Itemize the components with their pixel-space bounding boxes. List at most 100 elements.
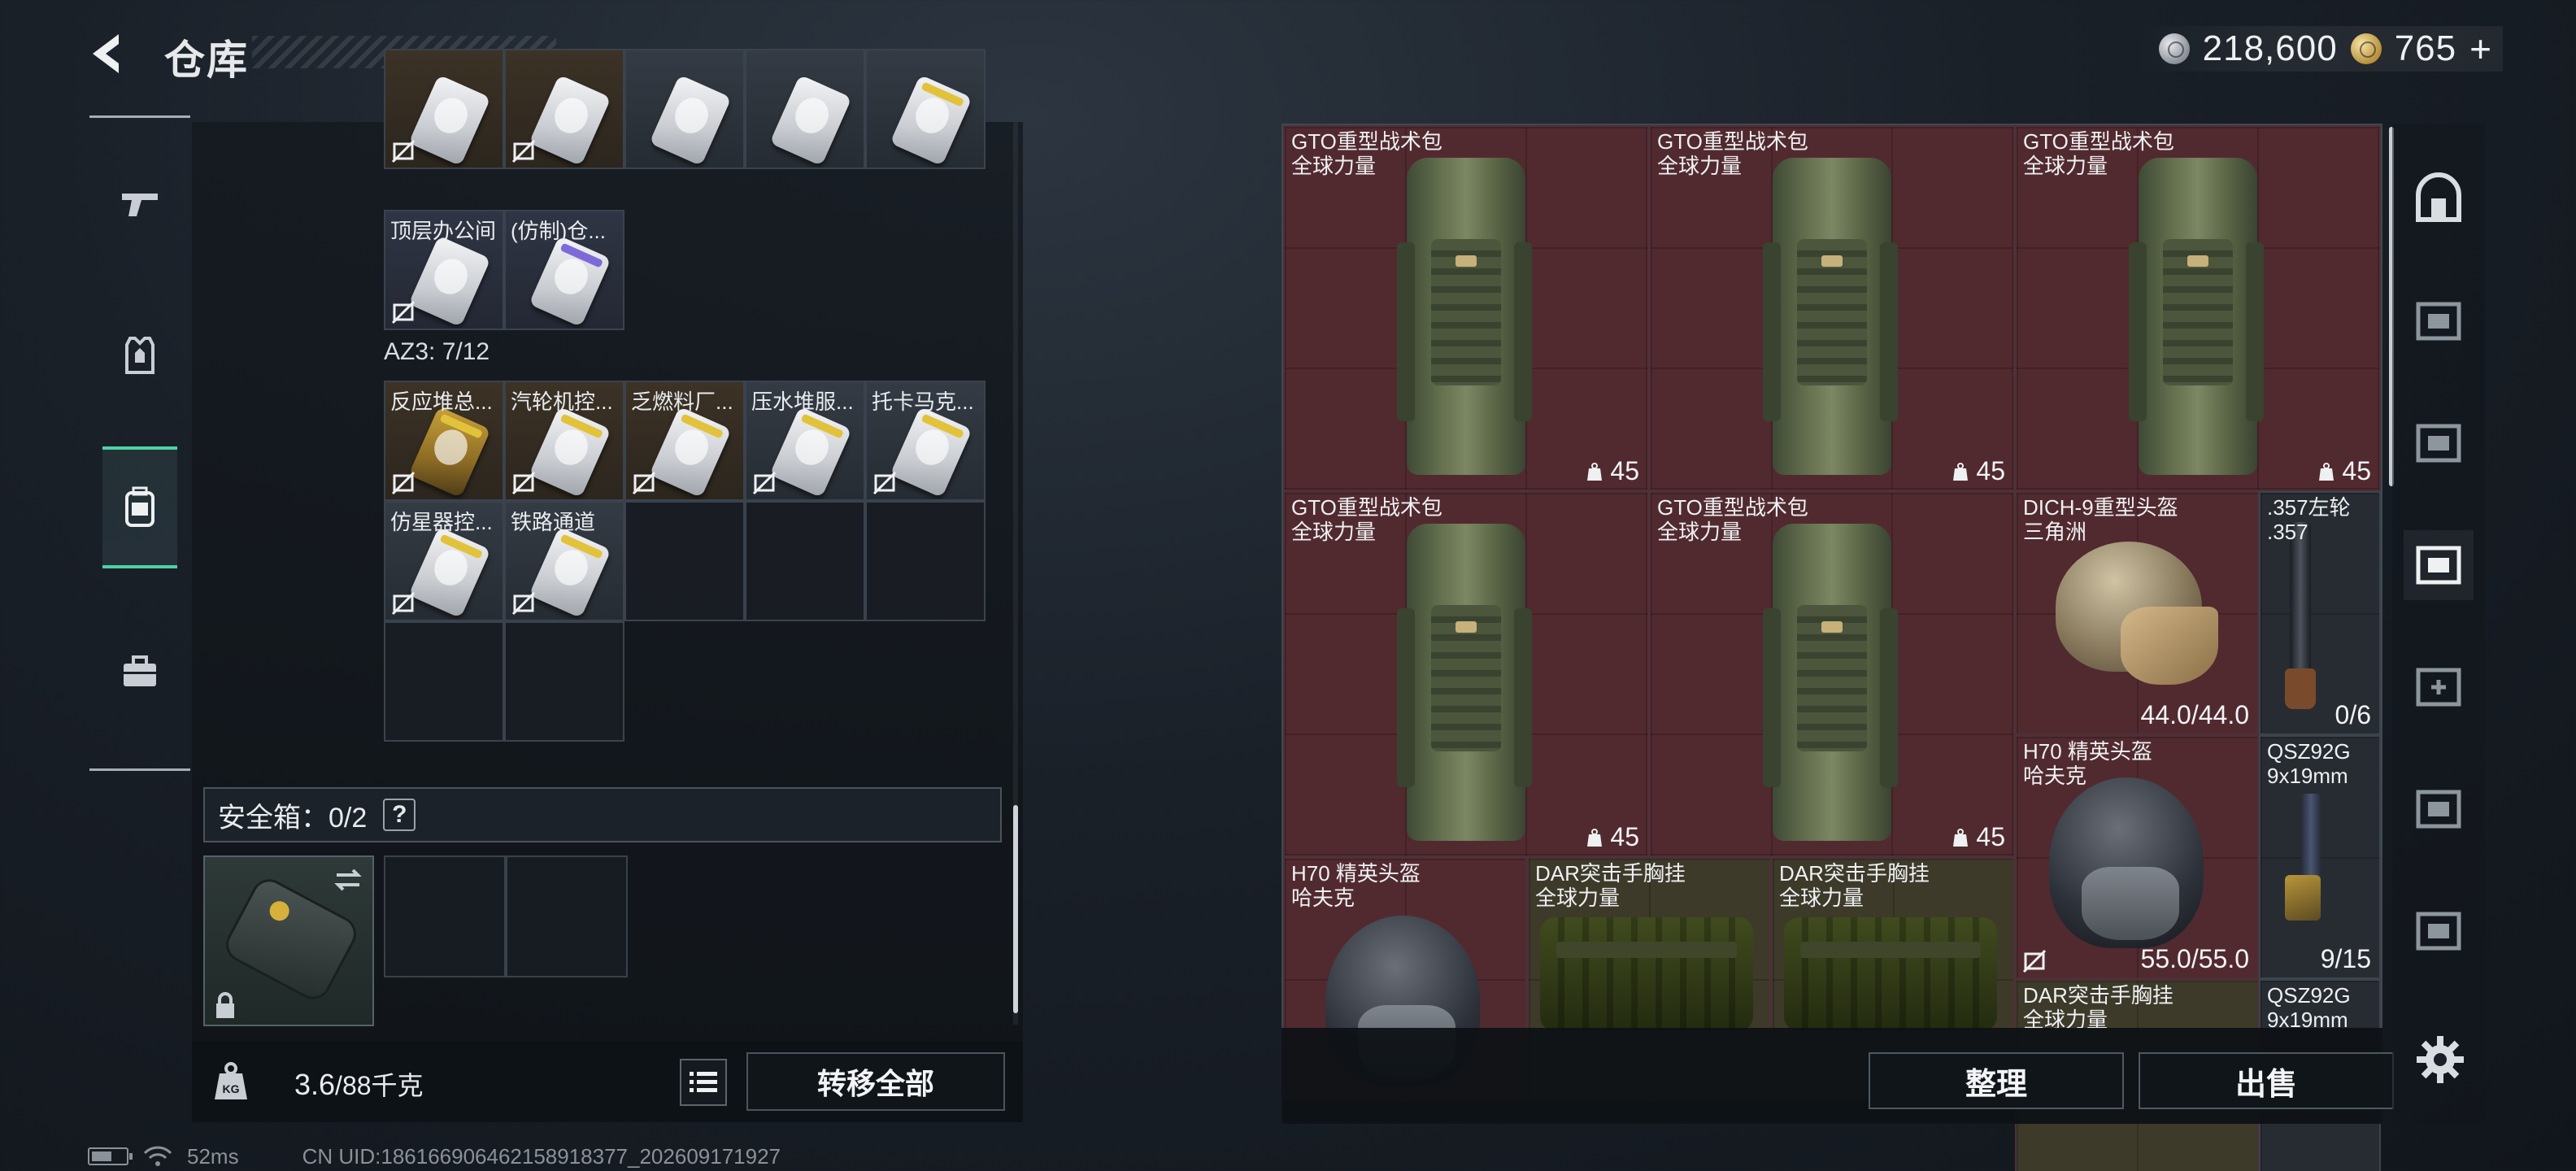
- stash-page-icon: [2416, 302, 2461, 341]
- stash-item-revolver[interactable]: .357左轮 .357 0/6: [2259, 491, 2381, 735]
- keycard-slot[interactable]: [865, 49, 986, 169]
- keycard-slot[interactable]: [624, 49, 745, 169]
- transfer-all-button[interactable]: 转移全部: [746, 1052, 1005, 1111]
- item-name: .357左轮: [2267, 495, 2351, 520]
- stash-page-icon: [2416, 790, 2461, 829]
- keycard-image: [408, 74, 491, 167]
- stash-item-backpack[interactable]: GTO重型战术包 全球力量 45: [1283, 125, 1649, 491]
- stash-item-backpack[interactable]: GTO重型战术包 全球力量 45: [2015, 125, 2381, 491]
- user-uid: CN UID:1861669064621589183​77_2026091719…: [302, 1143, 781, 1169]
- item-capacity: 45: [1584, 822, 1639, 852]
- capacity-bar: KG 3.6/88千克 转移全部: [192, 1041, 1023, 1122]
- keycard-name: 顶层办公间: [390, 219, 497, 243]
- backpack-image: [1397, 511, 1532, 847]
- keycard-slot[interactable]: 顶层办公间: [384, 210, 504, 330]
- safebox-header: 安全箱：0/2 ?: [203, 787, 1002, 842]
- item-faction: 全球力量: [1657, 154, 1743, 178]
- sell-button[interactable]: 出售: [2139, 1052, 2394, 1109]
- stash-tab-page-2[interactable]: [2404, 408, 2474, 478]
- safebox-empty-slot[interactable]: [384, 855, 506, 977]
- keycard-name: 汽轮机控...: [511, 390, 613, 414]
- no-insure-icon: [391, 300, 416, 324]
- item-faction: 三角洲: [2023, 520, 2087, 544]
- silver-amount: 218,600: [2202, 28, 2338, 68]
- item-faction: 全球力量: [1535, 886, 1621, 910]
- empty-keycard-slot[interactable]: [865, 501, 986, 621]
- safebox-empty-slots: [384, 855, 628, 977]
- revolver-image: [2285, 522, 2316, 709]
- tab-backpacks[interactable]: [102, 446, 177, 568]
- keycard-slot[interactable]: 乏燃料厂...: [624, 381, 745, 501]
- stash-tab-page-5[interactable]: [2404, 774, 2474, 844]
- safebox-case-slot[interactable]: [203, 855, 374, 1026]
- empty-keycard-slot[interactable]: [384, 621, 504, 742]
- empty-keycard-slot[interactable]: [624, 501, 745, 621]
- stash-tab-page-1[interactable]: [2404, 286, 2474, 356]
- tab-supplies[interactable]: [102, 611, 177, 733]
- keycard-slot[interactable]: 托卡马克...: [865, 381, 986, 501]
- keycard-name: 仿星器控...: [390, 510, 493, 534]
- battery-icon: [88, 1147, 133, 1165]
- safebox-empty-slot[interactable]: [506, 855, 628, 977]
- keycard-slot[interactable]: 反应堆总...: [384, 381, 504, 501]
- keycard-slot[interactable]: 仿星器控...: [384, 501, 504, 621]
- safebox-help-button[interactable]: ?: [383, 799, 416, 831]
- pistol-icon: [122, 194, 158, 216]
- stash-home-icon: [2416, 172, 2461, 222]
- stash-item-pistol[interactable]: QSZ92G 9x19mm 9/15: [2259, 735, 2381, 979]
- keycard-slot[interactable]: [384, 49, 504, 169]
- item-capacity: 45: [1950, 456, 2005, 486]
- list-view-button[interactable]: [680, 1059, 727, 1106]
- keycard-slot[interactable]: (仿制)仓...: [504, 210, 624, 330]
- swap-icon[interactable]: [332, 864, 364, 896]
- stash-item-backpack[interactable]: GTO重型战术包 全球力量 45: [1283, 491, 1649, 857]
- gold-coin-icon: [2350, 33, 2382, 64]
- stash-tab-all[interactable]: [2404, 164, 2474, 234]
- stash-tab-page-3[interactable]: [2404, 530, 2474, 600]
- tab-weapons[interactable]: [102, 142, 177, 264]
- no-insure-icon: [752, 471, 777, 495]
- stash-item-backpack[interactable]: GTO重型战术包 全球力量 45: [1649, 125, 2015, 491]
- keycard-grid-second: 顶层办公间 (仿制)仓...: [384, 210, 986, 330]
- keycard-image: [408, 406, 491, 498]
- left-scrollbar-thumb[interactable]: [1013, 805, 1018, 1013]
- armor-vest-icon: [125, 337, 154, 374]
- back-button[interactable]: [85, 29, 141, 78]
- svg-text:KG: KG: [223, 1082, 240, 1095]
- keycard-slot[interactable]: 汽轮机控...: [504, 381, 624, 501]
- az3-keycard-grid: 反应堆总... 汽轮机控... 乏燃料厂... 压水堆服... 托卡马克... …: [384, 381, 986, 742]
- no-insure-icon: [511, 591, 536, 616]
- item-name: DAR突击手胸挂: [2023, 983, 2174, 1008]
- no-insure-icon: [511, 471, 536, 495]
- keycard-slot[interactable]: [504, 49, 624, 169]
- keycard-slot[interactable]: 压水堆服...: [745, 381, 865, 501]
- weight-icon: KG: [215, 1062, 247, 1099]
- tab-armor[interactable]: [102, 295, 177, 417]
- add-currency-button[interactable]: +: [2469, 27, 2491, 71]
- device-status-bar: 52ms CN UID:1861669064621589183​77_20260…: [88, 1142, 781, 1171]
- stash-tab-page-4[interactable]: [2404, 652, 2474, 722]
- item-capacity: 45: [1950, 822, 2005, 852]
- backpack-image: [1397, 145, 1532, 481]
- empty-keycard-slot[interactable]: [745, 501, 865, 621]
- bag-capacity-icon: [1587, 828, 1603, 847]
- item-ammo: 0/6: [2334, 700, 2371, 729]
- stash-tab-page-6[interactable]: [2404, 896, 2474, 966]
- list-icon: [690, 1072, 717, 1092]
- back-arrow-icon: [93, 34, 119, 73]
- item-faction: 哈夫克: [2023, 764, 2087, 788]
- chest-rig-image: [1784, 917, 1997, 1031]
- keycard-image: [649, 406, 732, 498]
- keycard-slot[interactable]: [745, 49, 865, 169]
- stash-item-helmet[interactable]: DICH-9重型头盔 三角洲 44.0/44.0: [2015, 491, 2259, 735]
- keycard-slot[interactable]: 铁路通道: [504, 501, 624, 621]
- weight-readout: 3.6/88千克: [294, 1065, 424, 1103]
- sort-button[interactable]: 整理: [1869, 1052, 2124, 1109]
- wifi-icon: [143, 1146, 172, 1166]
- item-faction: 全球力量: [1779, 886, 1865, 910]
- keycard-name: 托卡马克...: [872, 390, 974, 414]
- stash-item-helmet[interactable]: H70 精英头盔 哈夫克 55.0/55.0: [2015, 735, 2259, 979]
- settings-gear-icon[interactable]: [2412, 1031, 2469, 1088]
- stash-item-backpack[interactable]: GTO重型战术包 全球力量 45: [1649, 491, 2015, 857]
- empty-keycard-slot[interactable]: [504, 621, 624, 742]
